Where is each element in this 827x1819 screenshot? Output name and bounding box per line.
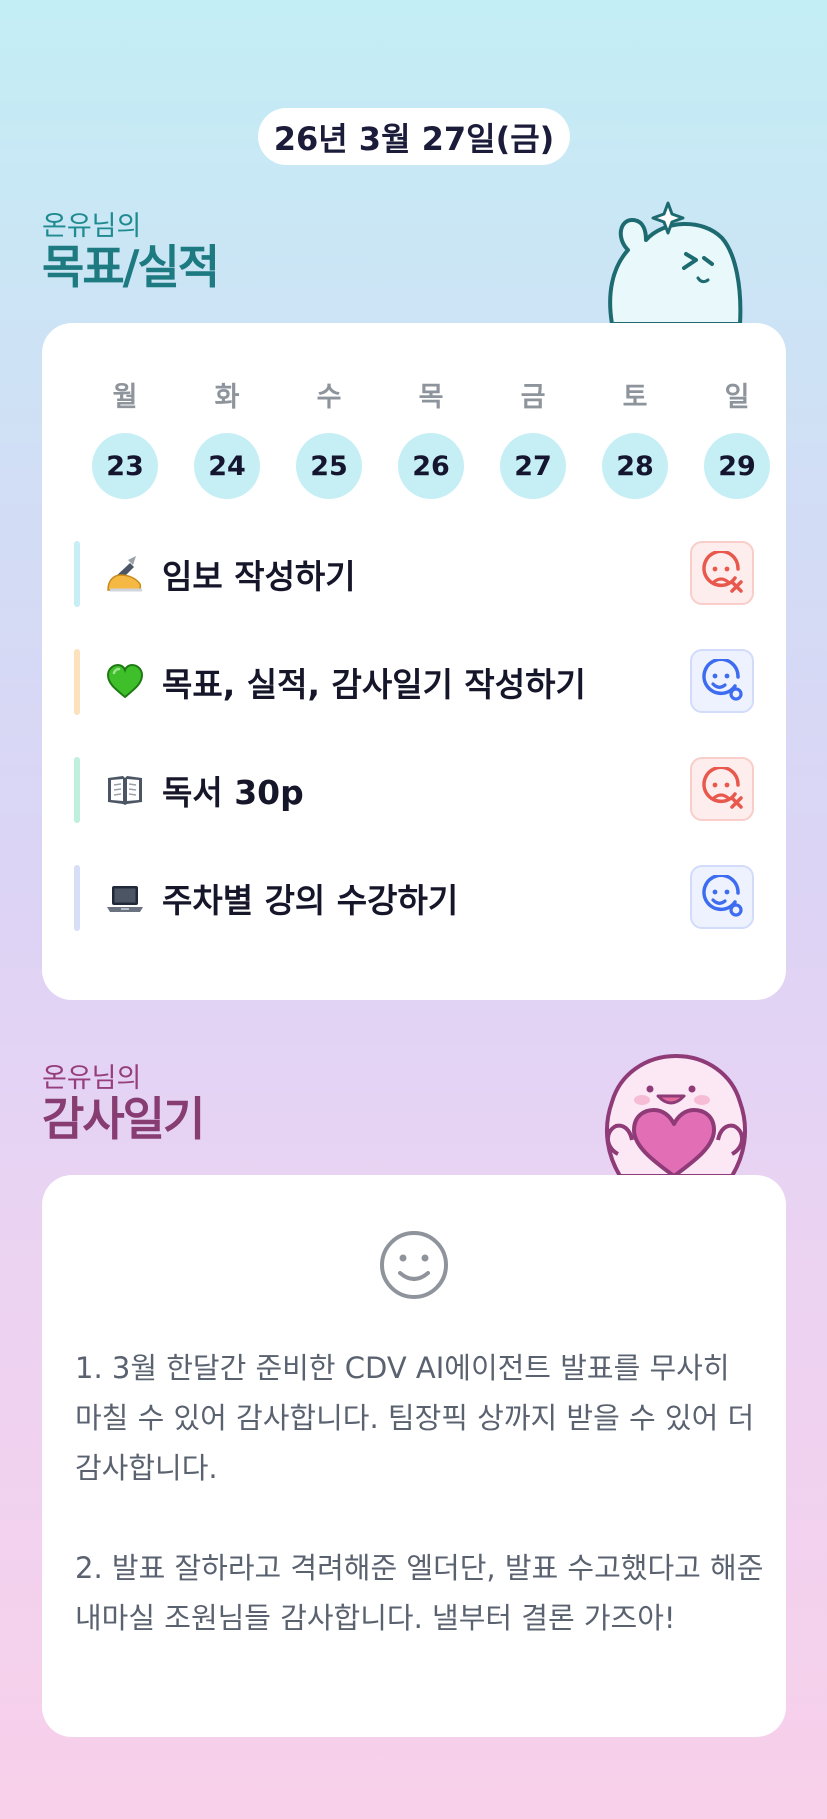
- goal-text: 목표, 실적, 감사일기 작성하기: [162, 665, 586, 704]
- goal-text: 임보 작성하기: [162, 557, 356, 596]
- day-name: 토: [622, 382, 648, 413]
- day-number[interactable]: 29: [704, 433, 770, 499]
- goal-row[interactable]: 독서 30p: [74, 757, 754, 823]
- goals-section-header: 온유님의 목표/실적: [42, 211, 220, 294]
- smiley-icon: [380, 1231, 448, 1299]
- thanks-section-header: 온유님의 감사일기: [42, 1063, 205, 1146]
- frown-x-icon: [702, 767, 743, 809]
- status-button-done[interactable]: [690, 649, 754, 713]
- thanks-diary-text: 1. 3월 한달간 준비한 CDV AI에이전트 발표를 무사히 마칠 수 있어…: [75, 1351, 764, 1635]
- smile-o-icon: [702, 875, 743, 917]
- day-name: 금: [520, 382, 546, 413]
- goal-row[interactable]: 목표, 실적, 감사일기 작성하기: [74, 649, 754, 715]
- goal-color-bar: [74, 865, 80, 931]
- laptop-icon: [107, 886, 143, 912]
- status-button-not-done[interactable]: [690, 757, 754, 821]
- day-name: 월: [112, 382, 138, 413]
- goal-text: 독서 30p: [162, 773, 304, 812]
- day-number[interactable]: 25: [296, 433, 362, 499]
- day-name: 목: [418, 382, 444, 413]
- goals-section-subtitle: 온유님의: [42, 211, 142, 242]
- day-column[interactable]: 월 23: [74, 375, 176, 499]
- heart-mascot-icon: [604, 1054, 748, 1176]
- date-text: 26년 3월 27일(금): [273, 119, 555, 158]
- day-column[interactable]: 토 28: [584, 375, 686, 499]
- day-name: 화: [214, 382, 240, 413]
- goal-color-bar: [74, 541, 80, 607]
- goal-text: 주차별 강의 수강하기: [162, 881, 459, 920]
- frown-x-icon: [702, 551, 743, 593]
- day-column[interactable]: 화 24: [176, 375, 278, 499]
- day-number[interactable]: 28: [602, 433, 668, 499]
- smile-o-icon: [702, 659, 743, 701]
- day-name: 수: [316, 382, 342, 413]
- open-book-icon: [108, 776, 142, 805]
- day-column[interactable]: 수 25: [278, 375, 380, 499]
- day-column[interactable]: 금 27: [482, 375, 584, 499]
- goal-row[interactable]: 임보 작성하기: [74, 541, 754, 607]
- day-name: 일: [724, 382, 750, 413]
- green-heart-icon: [106, 664, 144, 699]
- thanks-card: 1. 3월 한달간 준비한 CDV AI에이전트 발표를 무사히 마칠 수 있어…: [42, 1175, 786, 1737]
- day-number[interactable]: 26: [398, 433, 464, 499]
- date-pill: 26년 3월 27일(금): [258, 108, 570, 165]
- ghost-mascot-icon: [608, 201, 743, 324]
- day-column[interactable]: 일 29: [686, 375, 788, 499]
- day-column[interactable]: 목 26: [380, 375, 482, 499]
- thanks-section-subtitle: 온유님의: [42, 1063, 142, 1094]
- goal-row[interactable]: 주차별 강의 수강하기: [74, 865, 754, 931]
- goal-color-bar: [74, 757, 80, 823]
- day-number[interactable]: 24: [194, 433, 260, 499]
- goal-color-bar: [74, 649, 80, 715]
- day-number[interactable]: 27: [500, 433, 566, 499]
- week-strip: 월 23 화 24 수 25 목 26 금 27 토 28 일 29: [74, 375, 788, 499]
- goals-card: 월 23 화 24 수 25 목 26 금 27 토 28 일 29 임보 작성…: [42, 323, 786, 1000]
- status-button-not-done[interactable]: [690, 541, 754, 605]
- goals-section-title: 목표/실적: [42, 240, 220, 294]
- status-button-done[interactable]: [690, 865, 754, 929]
- thanks-section-title: 감사일기: [42, 1092, 205, 1146]
- day-number[interactable]: 23: [92, 433, 158, 499]
- writing-hand-icon: [107, 556, 142, 592]
